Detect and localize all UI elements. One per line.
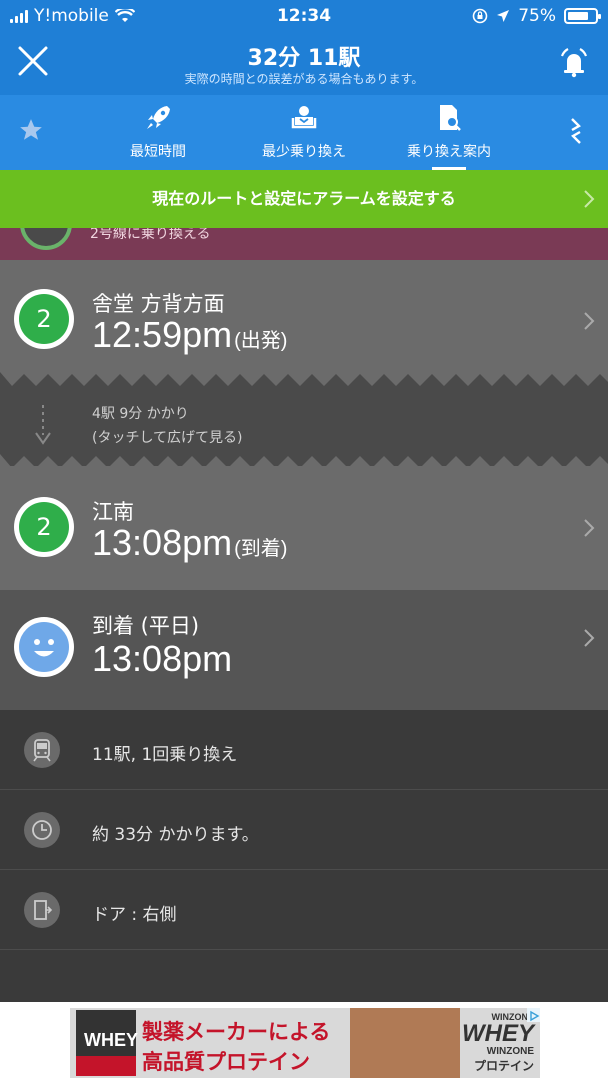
protein-product-image: WHEY (76, 1010, 138, 1076)
arrival-row[interactable]: 到着 (平日) 13:08pm (0, 590, 608, 710)
tab-label: 乗り換え案内 (407, 144, 491, 160)
info-row-door: ドア : 右側 (0, 870, 608, 950)
more-tabs-chevron-icon[interactable] (568, 115, 584, 147)
chevron-right-icon (584, 312, 595, 330)
line-2-badge: 2 (14, 289, 74, 349)
ad-banner[interactable]: WHEY 製薬メーカーによる 高品質プロテイン WINZONE WHEY WIN… (0, 1002, 608, 1080)
door-icon (24, 892, 60, 928)
tab-fewest-transfers[interactable]: 最少乗り換え (229, 103, 379, 167)
search-doc-icon (440, 105, 461, 131)
info-row-duration: 約 33分 かかります。 (0, 790, 608, 870)
tab-label: 最短時間 (130, 144, 186, 160)
battery-percent: 75% (518, 6, 556, 26)
clock-icon (24, 812, 60, 848)
info-text: 11駅, 1回乗り換え (92, 745, 238, 765)
previous-segment[interactable]: 2号線に乗り換える (0, 228, 608, 260)
previous-segment-label: 2号線に乗り換える (90, 228, 211, 242)
tab-fastest[interactable]: 最短時間 (83, 103, 233, 167)
line-badge (20, 228, 72, 250)
route-title: 32分 11駅 (247, 46, 361, 71)
transfer-stop[interactable]: 2 江南 13:08pm (到着) (0, 466, 608, 590)
chevron-right-icon (584, 519, 595, 537)
seat-icon (291, 106, 317, 129)
ad-choices-icon[interactable] (527, 1008, 540, 1022)
ad-headline: 製薬メーカーによる (142, 1020, 331, 1044)
athlete-image (350, 1008, 460, 1078)
chevron-right-icon (584, 629, 595, 647)
smiley-face-icon (14, 617, 74, 677)
chevron-right-icon (584, 190, 595, 208)
favorite-star-icon[interactable] (18, 117, 44, 143)
rocket-icon (147, 106, 170, 129)
train-icon (24, 732, 60, 768)
set-alarm-banner[interactable]: 現在のルートと設定にアラームを設定する (0, 170, 608, 228)
tab-transfer-guide[interactable]: 乗り換え案内 (374, 103, 524, 170)
top-bar: Y!mobile 12:34 75% 32分 11駅 実際の時間との誤差がある場… (0, 0, 608, 95)
route-subtitle: 実際の時間との誤差がある場合もあります。 (184, 72, 424, 86)
info-text: 約 33分 かかります。 (92, 825, 259, 845)
arrival-label: 到着 (平日) (92, 614, 200, 638)
tab-label: 最少乗り換え (262, 144, 346, 160)
arrival-time: 13:08pm (到着) (92, 522, 288, 563)
alarm-bell-button[interactable] (556, 44, 592, 80)
route-option-tabs: 最短時間 最少乗り換え 乗り換え案内 (0, 95, 608, 170)
departure-time: 12:59pm (出発) (92, 314, 288, 355)
final-arrival-time: 13:08pm (92, 638, 233, 679)
info-row-stations: 11駅, 1回乗り換え (0, 710, 608, 790)
departure-stop[interactable]: 2 舎堂 方背方面 12:59pm (出発) (0, 260, 608, 383)
battery-icon (564, 8, 601, 24)
location-icon (497, 10, 510, 22)
ride-summary: 4駅 9分 かかり (92, 406, 189, 422)
ad-creative[interactable]: WHEY 製薬メーカーによる 高品質プロテイン WINZONE WHEY WIN… (70, 1008, 540, 1078)
rotation-lock-icon (472, 8, 488, 24)
ride-segment[interactable]: 4駅 9分 かかり (タッチして広げて見る) (0, 383, 608, 463)
ad-brand-logo: WINZONE WHEY WINZONE プロテイン (462, 1012, 534, 1073)
line-2-badge: 2 (14, 497, 74, 557)
ride-expand-hint: (タッチして広げて見る) (92, 430, 243, 446)
info-text: ドア : 右側 (92, 905, 177, 925)
ad-subheadline: 高品質プロテイン (142, 1050, 310, 1074)
set-alarm-label: 現在のルートと設定にアラームを設定する (152, 189, 456, 208)
status-bar: Y!mobile 12:34 75% (0, 0, 608, 32)
dotted-down-arrow-icon (35, 405, 51, 445)
zigzag-divider (0, 372, 608, 394)
